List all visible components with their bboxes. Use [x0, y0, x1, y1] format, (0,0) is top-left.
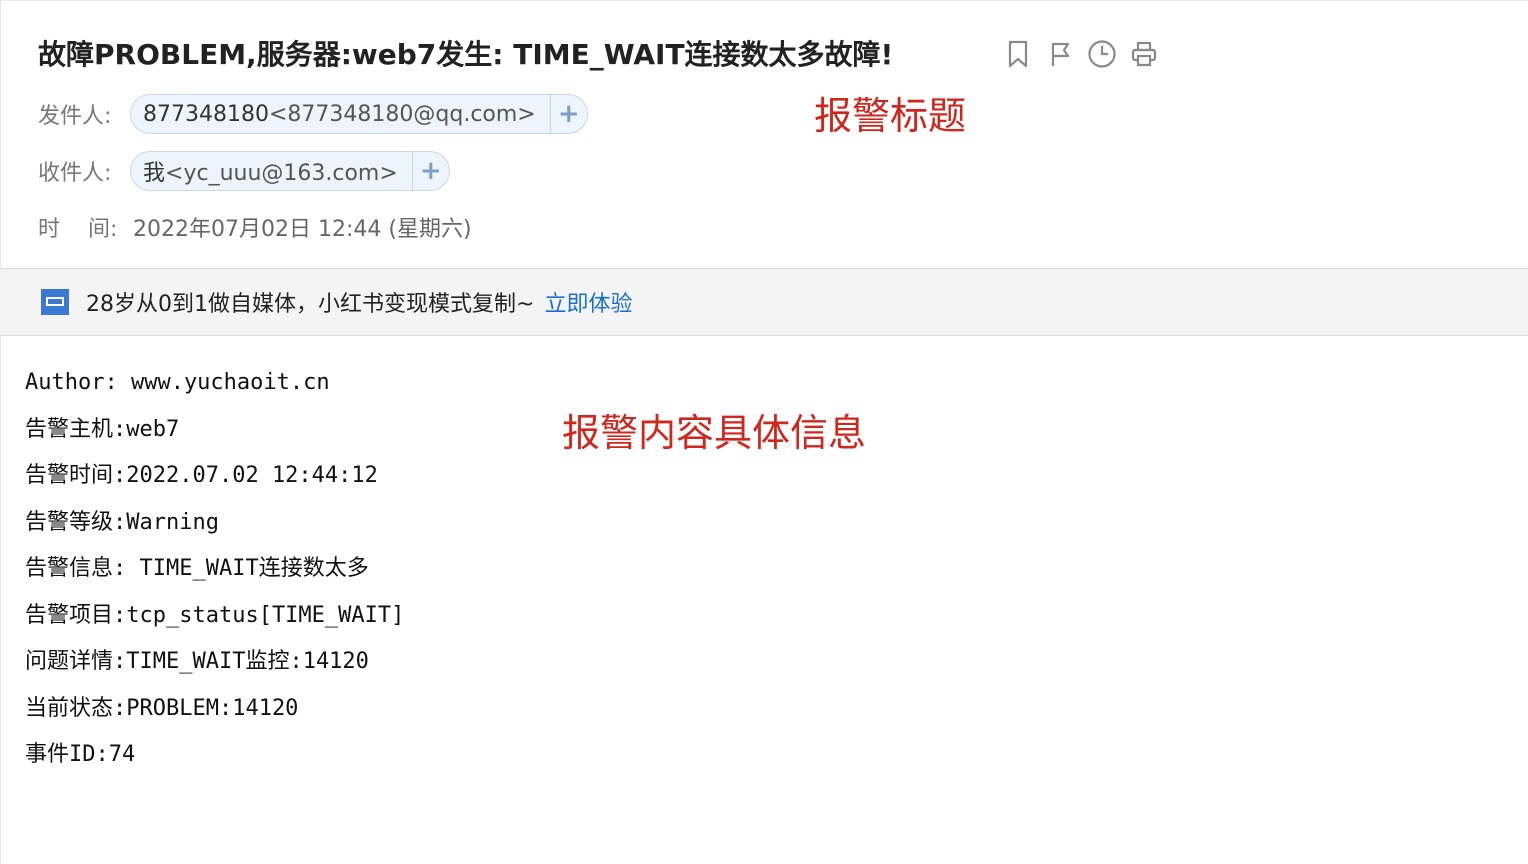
recipient-chip[interactable]: 我<yc_uuu@163.com> + — [130, 151, 450, 191]
recipient-address: <yc_uuu@163.com> — [165, 161, 398, 186]
recipient-label: 收件人: — [38, 161, 112, 186]
time-label-first: 时 — [38, 217, 61, 242]
sender-address: <877348180@qq.com> — [268, 101, 536, 127]
email-toolbar — [1002, 38, 1170, 70]
ad-text: 28岁从0到1做自媒体，小红书变现模式复制~ — [86, 292, 535, 317]
bookmark-icon[interactable] — [1002, 38, 1034, 70]
sender-text[interactable]: 877348180<877348180@qq.com> — [131, 102, 550, 127]
flag-icon[interactable] — [1044, 38, 1076, 70]
ad-try-link[interactable]: 立即体验 — [544, 286, 632, 318]
body-line-event-id: 事件ID:74 — [25, 742, 136, 767]
body-line-host: 告警主机:web7 — [25, 416, 180, 442]
print-icon[interactable] — [1128, 38, 1160, 70]
sender-chip[interactable]: 877348180<877348180@qq.com> + — [130, 94, 588, 134]
add-sender-contact-button[interactable]: + — [549, 95, 587, 133]
left-divider — [0, 0, 1, 864]
recipient-name: 我 — [143, 161, 166, 186]
clock-icon[interactable] — [1086, 38, 1118, 70]
add-recipient-contact-button[interactable]: + — [411, 152, 449, 190]
content-annotation: 报警内容具体信息 — [562, 411, 867, 455]
body-line-author: Author: www.yuchaoit.cn — [25, 370, 330, 395]
email-body: Author: www.yuchaoit.cn 告警主机:web7 告警时间:2… — [25, 360, 404, 779]
body-line-item: 告警项目:tcp_status[TIME_WAIT] — [25, 602, 405, 628]
recipient-text[interactable]: 我<yc_uuu@163.com> — [131, 155, 412, 187]
body-line-level: 告警等级:Warning — [25, 509, 219, 535]
body-line-detail: 问题详情:TIME_WAIT监控:14120 — [25, 649, 369, 674]
title-annotation: 报警标题 — [814, 94, 967, 138]
time-row: 时 间: 2022年07月02日 12:44 (星期六) — [38, 211, 472, 243]
sender-name: 877348180 — [143, 101, 269, 127]
body-line-time: 告警时间:2022.07.02 12:44:12 — [25, 463, 378, 488]
top-divider — [0, 0, 1528, 1]
time-label: 时 间: — [38, 211, 133, 243]
body-line-info: 告警信息: TIME_WAIT连接数太多 — [25, 556, 369, 581]
body-line-status: 当前状态:PROBLEM:14120 — [25, 695, 299, 721]
email-subject: 故障PROBLEM,服务器:web7发生: TIME_WAIT连接数太多故障! — [38, 38, 894, 71]
ad-banner: 28岁从0到1做自媒体，小红书变现模式复制~ 立即体验 — [0, 268, 1528, 336]
ad-image-icon — [41, 289, 69, 315]
sender-row: 发件人: 877348180<877348180@qq.com> + — [38, 94, 588, 134]
sender-label: 发件人: — [38, 104, 112, 129]
time-value: 2022年07月02日 12:44 (星期六) — [133, 217, 472, 242]
time-label-second: 间: — [88, 217, 118, 242]
recipient-row: 收件人: 我<yc_uuu@163.com> + — [38, 151, 450, 191]
